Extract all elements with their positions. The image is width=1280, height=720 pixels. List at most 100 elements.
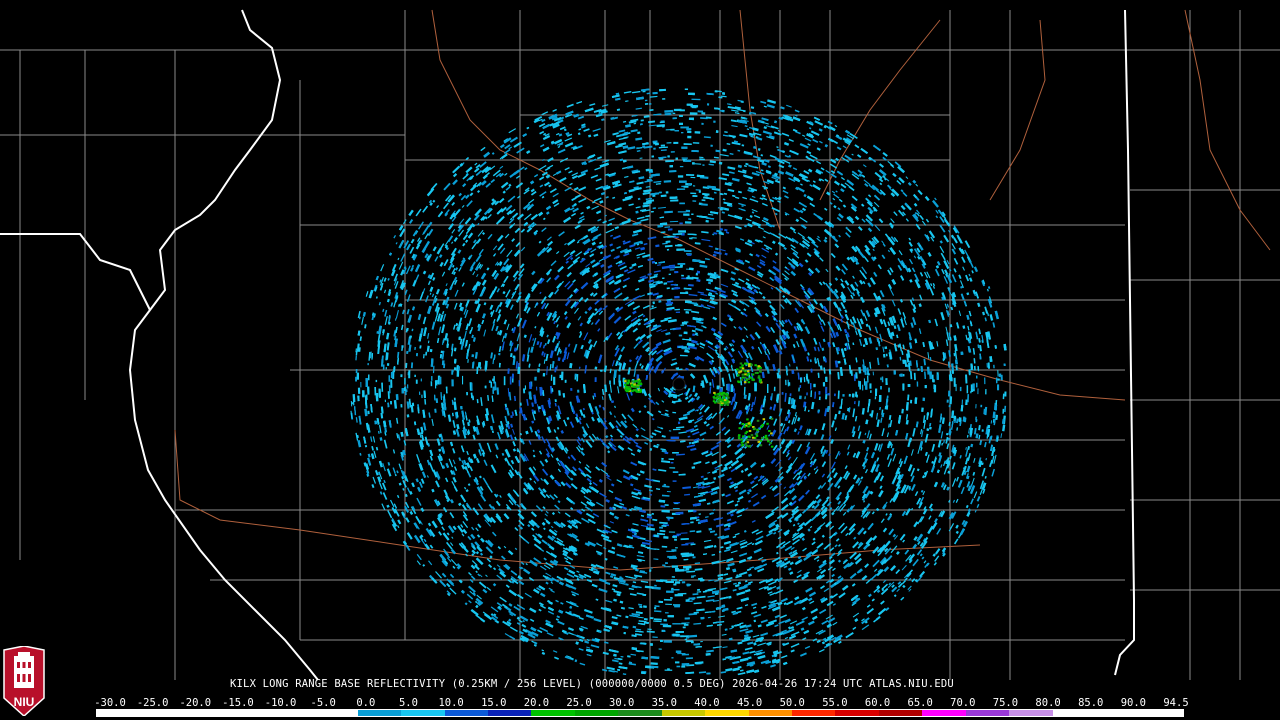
echo-pixel: [492, 582, 497, 587]
echo-pixel: [943, 467, 948, 475]
echo-pixel: [833, 204, 837, 209]
echo-pixel: [614, 405, 617, 409]
echo-pixel: [661, 545, 668, 548]
echo-pixel: [675, 311, 681, 313]
echo-pixel: [927, 352, 930, 359]
echo-pixel: [629, 266, 633, 270]
echo-pixel: [762, 236, 766, 239]
echo-pixel: [553, 376, 556, 385]
echo-pixel: [612, 234, 621, 240]
echo-pixel: [632, 310, 637, 315]
echo-pixel: [685, 209, 691, 213]
echo-pixel: [577, 132, 581, 136]
echo-pixel: [676, 188, 686, 190]
echo-pixel: [495, 454, 499, 459]
echo-pixel: [427, 333, 430, 339]
echo-pixel: [512, 448, 517, 452]
echo-pixel: [684, 493, 690, 496]
echo-pixel: [701, 238, 711, 242]
echo-pixel: [565, 482, 572, 489]
echo-pixel: [636, 256, 640, 259]
echo-pixel: [506, 323, 510, 331]
echo-pixel: [580, 471, 587, 478]
echo-pixel: [474, 162, 478, 166]
echo-pixel: [621, 413, 627, 420]
echo-pixel: [664, 244, 673, 248]
echo-pixel: [848, 185, 855, 192]
echo-pixel: [940, 252, 946, 261]
echo-pixel: [662, 624, 672, 628]
echo-pixel: [839, 366, 844, 377]
echo-pixel: [375, 296, 378, 299]
echo-pixel: [476, 545, 483, 552]
echo-pixel: [637, 551, 644, 555]
echo-pixel: [857, 527, 865, 536]
echo-pixel: [869, 277, 876, 285]
echo-pixel: [491, 152, 495, 155]
echo-pixel: [816, 147, 821, 151]
echo-pixel: [420, 478, 425, 485]
echo-pixel: [773, 386, 776, 392]
echo-pixel: [972, 383, 975, 390]
echo-pixel: [852, 612, 860, 618]
echo-pixel: [501, 335, 505, 342]
echo-pixel: [867, 282, 872, 288]
echo-pixel: [463, 330, 467, 340]
echo-pixel: [832, 197, 836, 201]
echo-pixel: [859, 279, 864, 285]
echo-pixel: [500, 555, 506, 561]
echo-pixel: [859, 318, 864, 325]
echo-pixel: [594, 318, 601, 326]
echo-pixel: [661, 494, 670, 497]
echo-pixel: [813, 346, 817, 352]
echo-pixel: [767, 434, 771, 437]
echo-pixel: [451, 241, 454, 244]
echo-pixel: [599, 369, 603, 372]
echo-pixel: [477, 189, 481, 193]
echo-pixel: [688, 553, 695, 557]
echo-pixel: [383, 479, 386, 484]
echo-pixel: [414, 346, 416, 350]
echo-pixel: [623, 252, 630, 257]
echo-pixel: [665, 409, 669, 412]
echo-pixel: [638, 410, 642, 414]
echo-pixel: [427, 340, 430, 344]
echo-pixel: [573, 186, 579, 191]
echo-pixel: [656, 329, 662, 333]
echo-pixel: [770, 458, 777, 465]
echo-pixel: [842, 145, 847, 149]
echo-pixel: [431, 293, 435, 298]
echo-pixel: [901, 408, 904, 414]
echo-pixel: [823, 367, 826, 374]
echo-pixel: [850, 370, 853, 376]
echo-pixel: [406, 414, 410, 418]
echo-pixel: [545, 452, 551, 458]
echo-pixel: [905, 508, 911, 516]
echo-pixel: [953, 237, 958, 244]
echo-pixel: [380, 412, 384, 419]
echo-pixel: [692, 200, 697, 202]
echo-pixel: [467, 232, 474, 239]
echo-pixel: [395, 417, 399, 424]
echo-pixel: [936, 528, 942, 535]
echo-pixel: [635, 444, 643, 450]
echo-pixel: [471, 549, 477, 555]
echo-pixel: [685, 568, 690, 571]
echo-pixel: [637, 131, 641, 135]
echo-pixel: [675, 426, 685, 429]
echo-pixel: [815, 466, 819, 469]
echo-pixel: [948, 268, 952, 272]
echo-pixel: [627, 447, 633, 452]
echo-pixel: [995, 377, 998, 384]
echo-pixel: [820, 167, 825, 171]
echo-pixel: [667, 318, 677, 323]
echo-pixel: [990, 420, 993, 424]
echo-pixel: [737, 190, 742, 194]
echo-pixel: [413, 534, 421, 544]
echo-pixel: [679, 109, 685, 112]
echo-pixel: [709, 530, 716, 534]
echo-pixel: [977, 302, 981, 308]
echo-pixel: [924, 451, 928, 457]
echo-pixel: [670, 151, 675, 153]
echo-pixel: [971, 477, 975, 486]
